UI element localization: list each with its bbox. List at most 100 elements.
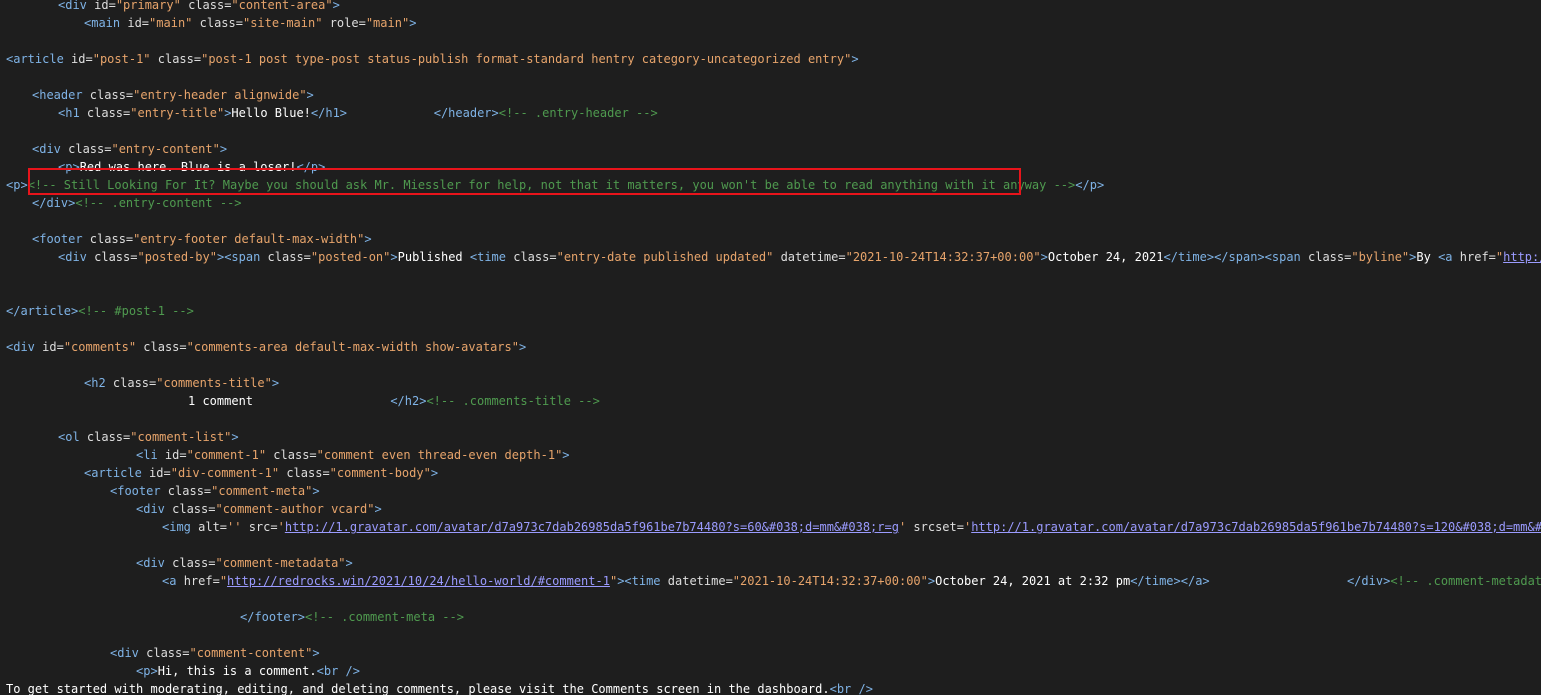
source-line xyxy=(6,320,1541,338)
attribute-value: "post-1 post type-post status-publish fo… xyxy=(201,52,852,66)
attribute-value: "site-main" xyxy=(242,16,323,30)
source-link[interactable]: http://1.gravatar.com/avatar/d7a973c7dab… xyxy=(285,520,899,534)
source-line xyxy=(6,356,1541,374)
attribute-name: role= xyxy=(322,16,366,30)
html-tag: <p> xyxy=(58,160,80,174)
html-tag: <div xyxy=(136,556,173,570)
html-tag: </time></a> xyxy=(1130,574,1210,588)
attribute-name: href= xyxy=(183,574,220,588)
html-tag: </header> xyxy=(433,106,499,120)
attribute-value: "comment-1" xyxy=(186,448,267,462)
source-link[interactable]: http://1.gravatar.com/avatar/d7a973c7dab… xyxy=(971,520,1541,534)
html-tag: > xyxy=(332,0,340,12)
html-tag: > xyxy=(1040,250,1048,264)
html-tag: </div> xyxy=(32,196,76,210)
html-tag: <footer xyxy=(110,484,168,498)
attribute-value: "comment-metadata" xyxy=(215,556,346,570)
attribute-name: id= xyxy=(127,16,150,30)
attribute-name: class= xyxy=(279,466,330,480)
html-comment: <!-- .entry-header --> xyxy=(498,106,658,120)
html-tag: <h1 xyxy=(58,106,87,120)
source-line: <main id="main" class="site-main" role="… xyxy=(6,14,1541,32)
html-tag: <div xyxy=(136,502,173,516)
html-tag: <article xyxy=(84,466,150,480)
source-line: <footer class="entry-footer default-max-… xyxy=(6,230,1541,248)
html-tag: <p> xyxy=(6,178,28,192)
attribute-name: class= xyxy=(180,0,232,12)
html-comment: <!-- .entry-content --> xyxy=(75,196,242,210)
source-line: <div class="entry-content"> xyxy=(6,140,1541,158)
html-tag: <p> xyxy=(136,664,158,678)
text-content xyxy=(347,106,434,120)
source-line: <a href="http://redrocks.win/2021/10/24/… xyxy=(6,572,1541,590)
source-line: <footer class="comment-meta"> xyxy=(6,482,1541,500)
attribute-name: class= xyxy=(1308,250,1352,264)
html-comment: <!-- .comment-metadata --> xyxy=(1390,574,1541,588)
attribute-value: "comments-area default-max-width show-av… xyxy=(186,340,519,354)
attribute-value: "post-1" xyxy=(92,52,151,66)
attribute-value: "main" xyxy=(149,16,193,30)
source-line: <div id="primary" class="content-area"> xyxy=(6,0,1541,14)
html-tag: ><span xyxy=(216,250,268,264)
source-line xyxy=(6,266,1541,284)
html-tag: > xyxy=(374,502,382,516)
source-link[interactable]: http://redrocks.win/2021/10/24/hello-wor… xyxy=(227,574,610,588)
source-line: <header class="entry-header alignwide"> xyxy=(6,86,1541,104)
html-tag: </p> xyxy=(1075,178,1105,192)
attribute-name: class= xyxy=(266,448,317,462)
attribute-value: "div-comment-1" xyxy=(170,466,280,480)
html-tag: <div xyxy=(58,0,95,12)
attribute-name: class= xyxy=(146,646,190,660)
html-tag: <header xyxy=(32,88,90,102)
source-line: <div class="comment-content"> xyxy=(6,644,1541,662)
attribute-name: class= xyxy=(167,484,212,498)
attribute-value: "posted-by" xyxy=(137,250,217,264)
html-comment: <!-- #post-1 --> xyxy=(78,304,194,318)
source-line: </article><!-- #post-1 --> xyxy=(6,302,1541,320)
text-content: To get started with moderating, editing,… xyxy=(6,682,830,695)
text-content: Published xyxy=(397,250,470,264)
html-tag: > xyxy=(219,142,228,156)
html-tag: > xyxy=(562,448,570,462)
attribute-value: "entry-date published updated" xyxy=(556,250,774,264)
source-line: <div class="comment-metadata"> xyxy=(6,554,1541,572)
source-line: <article id="div-comment-1" class="comme… xyxy=(6,464,1541,482)
source-link[interactable]: http://redrocks.win/author/admin/ xyxy=(1503,250,1541,264)
attribute-name: class= xyxy=(112,376,157,390)
source-line: </footer><!-- .comment-meta --> xyxy=(6,608,1541,626)
html-tag: <li xyxy=(136,448,165,462)
text-content: Hi, this is a comment. xyxy=(157,664,317,678)
attribute-value: "entry-footer default-max-width" xyxy=(133,232,365,246)
text-content xyxy=(253,394,390,408)
source-line xyxy=(6,536,1541,554)
html-tag: </h2> xyxy=(390,394,427,408)
source-line xyxy=(6,32,1541,50)
source-line: <p>Red was here. Blue is a loser!</p> xyxy=(6,158,1541,176)
attribute-value: "main" xyxy=(365,16,410,30)
source-line xyxy=(6,122,1541,140)
text-content: Red was here. Blue is a loser! xyxy=(79,160,297,174)
html-tag: </div> xyxy=(1346,574,1391,588)
attribute-name: class= xyxy=(94,250,138,264)
text-content: Hello Blue! xyxy=(231,106,311,120)
attribute-name: class= xyxy=(513,250,557,264)
html-tag: <div xyxy=(58,250,95,264)
html-tag: <footer xyxy=(32,232,90,246)
source-line: To get started with moderating, editing,… xyxy=(6,680,1541,695)
html-tag: > xyxy=(409,16,417,30)
attribute-name: id= xyxy=(42,340,64,354)
html-tag: <div xyxy=(110,646,147,660)
attribute-name: id= xyxy=(94,0,116,12)
html-tag: </p> xyxy=(296,160,326,174)
attribute-name: datetime= xyxy=(773,250,846,264)
source-line: <li id="comment-1" class="comment even t… xyxy=(6,446,1541,464)
source-line: <p>Hi, this is a comment.<br /> xyxy=(6,662,1541,680)
attribute-name: id= xyxy=(149,466,171,480)
attribute-name: class= xyxy=(89,232,134,246)
attribute-value: "2021-10-24T14:32:37+00:00" xyxy=(732,574,928,588)
attribute-name: class= xyxy=(267,250,311,264)
html-tag: > xyxy=(364,232,372,246)
html-tag: <a xyxy=(162,574,184,588)
html-tag: <h2 xyxy=(84,376,113,390)
attribute-value: "2021-10-24T14:32:37+00:00" xyxy=(845,250,1041,264)
